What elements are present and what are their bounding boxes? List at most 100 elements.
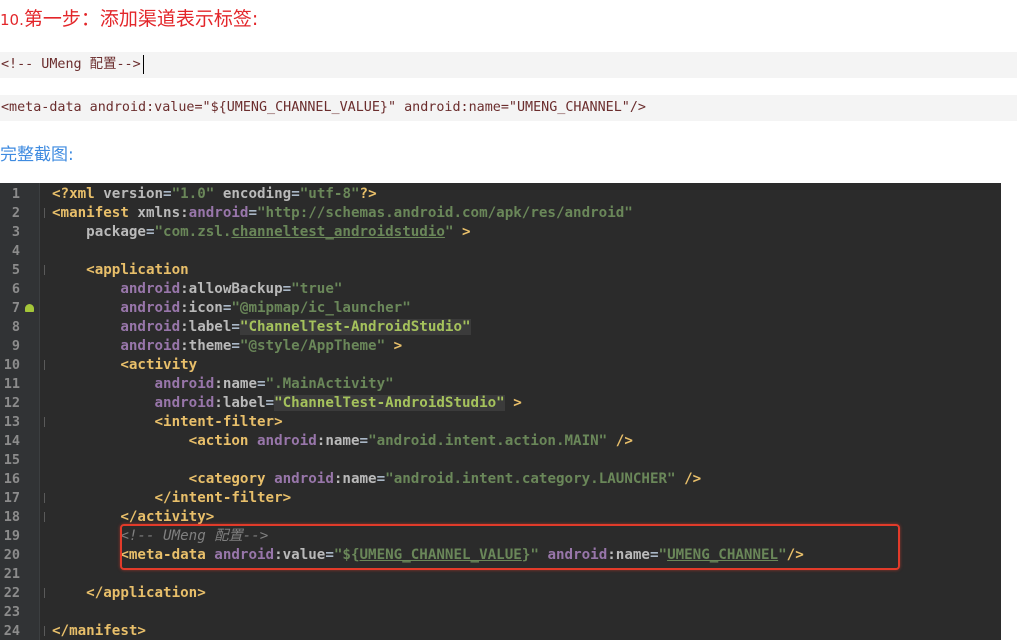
line-number: 24 (3, 623, 20, 639)
code-line-5[interactable]: 5 <application (0, 261, 1001, 280)
code-token: version (103, 186, 164, 202)
code-line-12[interactable]: 12 android:label="ChannelTest-AndroidStu… (0, 394, 1001, 413)
code-token: :theme (180, 338, 232, 354)
code-token: = (231, 319, 240, 335)
fold-marker-icon[interactable] (44, 417, 45, 427)
code-token: "true" (291, 281, 343, 297)
code-token: android (214, 547, 275, 563)
fold-marker-icon[interactable] (44, 588, 45, 598)
line-number: 11 (3, 376, 20, 392)
code-token: = (163, 186, 172, 202)
code-token: android (52, 281, 181, 297)
text-cursor (142, 54, 144, 74)
code-token: = (282, 281, 292, 297)
code-line-1[interactable]: 1 <?xml version="1.0" encoding="utf-8"?> (0, 185, 1001, 204)
code-token: android (52, 376, 215, 392)
code-line-7[interactable]: 7 android:icon="@mipmap/ic_launcher" (0, 299, 1001, 318)
code-line-20[interactable]: 20 <meta-data android:value="${UMENG_CHA… (0, 546, 1001, 565)
code-line-23[interactable]: 23 (0, 603, 1001, 622)
code-token: "${ (333, 547, 360, 563)
code-line-16[interactable]: 16 <category android:name="android.inten… (0, 470, 1001, 489)
fold-marker-icon[interactable] (44, 512, 45, 522)
code-line-6[interactable]: 6 android:allowBackup="true" (0, 280, 1001, 299)
fold-marker-icon[interactable] (44, 208, 45, 218)
code-line-24[interactable]: 24 </manifest> (0, 622, 1001, 640)
screenshot-caption: 完整截图: (0, 145, 74, 165)
code-snippet-meta-data[interactable]: <meta-data android:value="${UMENG_CHANNE… (0, 95, 1017, 121)
code-line-2[interactable]: 2 <manifest xmlns:android="http://schemas… (0, 204, 1001, 223)
code-token: </manifest> (52, 623, 146, 639)
code-token: = (231, 338, 240, 354)
code-token: android (257, 433, 317, 449)
code-token: :name (316, 433, 360, 449)
line-number: 17 (3, 490, 20, 506)
code-token: <!-- UMeng 配置--> (52, 528, 269, 544)
code-line-10[interactable]: 10 <activity (0, 356, 1001, 375)
code-token: "@mipmap/ic_launcher" (231, 300, 411, 316)
line-number: 15 (3, 452, 20, 468)
line-number: 19 (3, 528, 20, 544)
line-number: 5 (11, 262, 20, 278)
code-token: :name (333, 471, 377, 487)
code-line-8[interactable]: 8 android:label="ChannelTest-AndroidStud… (0, 318, 1001, 337)
code-token: android (538, 547, 608, 563)
code-token: = (325, 547, 334, 563)
line-number: 21 (3, 566, 20, 582)
code-token: "ChannelTest-AndroidStudio" (274, 395, 505, 411)
code-line-18[interactable]: 18 </activity> (0, 508, 1001, 527)
line-number: 20 (3, 547, 20, 563)
code-snippet-comment-text: <!-- UMeng 配置--> (1, 57, 141, 72)
line-number: 7 (11, 300, 20, 316)
code-line-17[interactable]: 17 </intent-filter> (0, 489, 1001, 508)
code-token: " (778, 547, 787, 563)
code-line-14[interactable]: 14 <action android:name="android.intent.… (0, 432, 1001, 451)
code-token: :label (214, 395, 266, 411)
code-snippet-meta-data-text: <meta-data android:value="${UMENG_CHANNE… (1, 100, 646, 115)
fold-marker-icon[interactable] (44, 265, 45, 275)
code-token: /> (607, 433, 633, 449)
code-text: <category android:name="android.intent.c… (52, 470, 702, 489)
code-line-13[interactable]: 13 <intent-filter> (0, 413, 1001, 432)
code-token: channeltest_androidstudio (231, 224, 445, 240)
code-token: UMENG_CHANNEL (667, 547, 779, 563)
code-token: "1.0" (171, 186, 215, 202)
code-text: </intent-filter> (52, 489, 291, 508)
step-heading: 10.第一步：添加渠道表示标签: (0, 6, 258, 32)
code-token: = (376, 471, 386, 487)
ide-screenshot: 1 <?xml version="1.0" encoding="utf-8"?> 2… (0, 183, 1001, 640)
line-number: 6 (11, 281, 20, 297)
code-token: "utf-8" (299, 186, 360, 202)
code-line-9[interactable]: 9 android:theme="@style/AppTheme" > (0, 337, 1001, 356)
code-token: "@style/AppTheme" (239, 338, 386, 354)
code-token: "android.intent.action.MAIN" (368, 433, 608, 449)
line-number: 23 (3, 604, 20, 620)
code-line-4[interactable]: 4 (0, 242, 1001, 261)
code-line-19[interactable]: 19 <!-- UMeng 配置--> (0, 527, 1001, 546)
code-snippet-comment[interactable]: <!-- UMeng 配置--> (0, 52, 1017, 78)
code-token: = (145, 224, 155, 240)
line-number: 18 (3, 509, 20, 525)
code-token: > (385, 338, 403, 354)
code-line-21[interactable]: 21 (0, 565, 1001, 584)
code-token: /> (786, 547, 804, 563)
code-token: UMENG_CHANNEL_VALUE (359, 547, 522, 563)
code-token: > (453, 224, 471, 240)
fold-marker-icon[interactable] (44, 360, 45, 370)
code-text: android:label="ChannelTest-AndroidStudio… (52, 394, 522, 413)
code-token: </activity> (52, 509, 215, 525)
code-token: android (52, 300, 181, 316)
code-line-15[interactable]: 15 (0, 451, 1001, 470)
code-line-3[interactable]: 3 package="com.zsl.channeltest_androidst… (0, 223, 1001, 242)
code-line-22[interactable]: 22 </application> (0, 584, 1001, 603)
code-token: package (52, 224, 146, 240)
code-token: > (504, 395, 522, 411)
code-token: ?> (359, 186, 377, 202)
code-token: <meta-data (52, 547, 215, 563)
code-text: <activity (52, 356, 197, 375)
code-line-11[interactable]: 11 android:name=".MainActivity" (0, 375, 1001, 394)
fold-marker-icon[interactable] (44, 493, 45, 503)
line-number: 8 (11, 319, 20, 335)
fold-marker-icon[interactable] (44, 626, 45, 636)
line-number: 9 (11, 338, 20, 354)
code-token: :name (607, 547, 650, 563)
